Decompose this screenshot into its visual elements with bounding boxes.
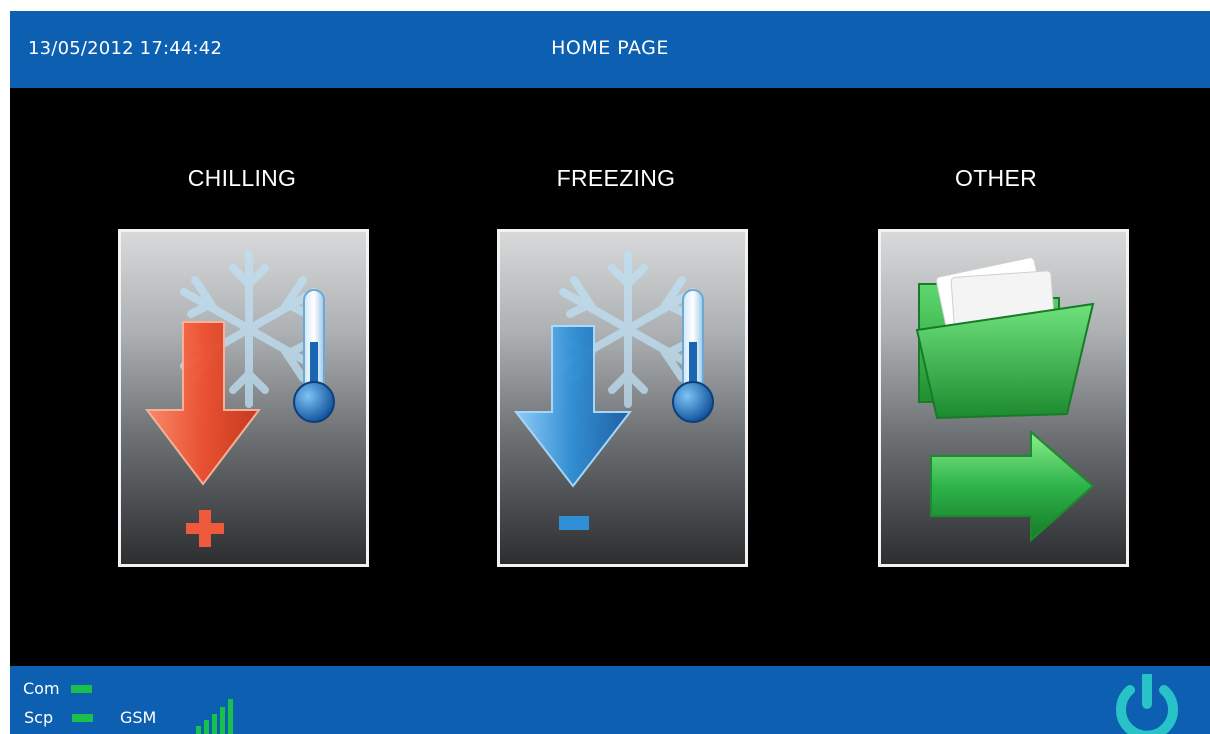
freezing-label: FREEZING: [556, 165, 676, 191]
freezing-icon: [513, 250, 714, 530]
page-title: HOME PAGE: [551, 37, 669, 59]
scp-indicator: [72, 714, 93, 722]
scp-label: Scp: [24, 708, 54, 727]
com-indicator: [71, 685, 92, 693]
signal-icon: [196, 699, 233, 734]
status-bar: Com Scp GSM: [10, 666, 1210, 734]
gsm-label: GSM: [120, 708, 157, 727]
chilling-button[interactable]: [118, 229, 369, 567]
folder-arrow-icon: [915, 257, 1095, 543]
com-label: Com: [23, 679, 60, 698]
chilling-label: CHILLING: [187, 165, 297, 191]
header-bar: 13/05/2012 17:44:42 HOME PAGE: [10, 11, 1210, 88]
power-icon[interactable]: [1110, 674, 1184, 734]
other-label: OTHER: [955, 165, 1037, 191]
freezing-button[interactable]: [497, 229, 748, 567]
hmi-screen: 13/05/2012 17:44:42 HOME PAGE CHILLING F…: [10, 11, 1210, 734]
chilling-icon: [144, 250, 335, 547]
other-button[interactable]: [878, 229, 1129, 567]
